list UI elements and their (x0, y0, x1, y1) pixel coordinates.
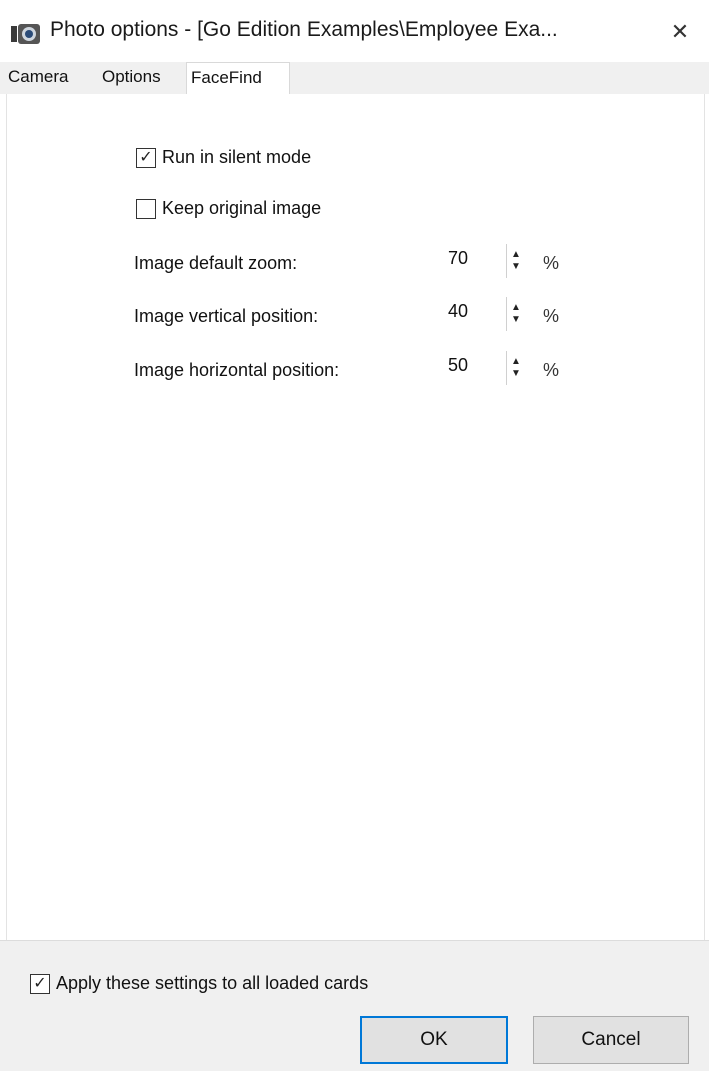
horizontal-spinner[interactable]: 50 ▲ ▼ (442, 351, 530, 385)
title-bar: Photo options - [Go Edition Examples\Emp… (0, 0, 709, 62)
tab-facefind[interactable]: FaceFind (186, 62, 290, 95)
silent-mode-checkbox-row[interactable]: ✓ Run in silent mode (136, 147, 311, 168)
vertical-spin-arrows[interactable]: ▲ ▼ (506, 297, 525, 331)
zoom-unit: % (543, 253, 560, 273)
vertical-label: Image vertical position: (134, 306, 319, 326)
spin-up-icon[interactable]: ▲ (511, 356, 521, 368)
apply-all-checkbox[interactable]: ✓ (30, 973, 50, 994)
horizontal-spin-arrows[interactable]: ▲ ▼ (506, 351, 525, 385)
ok-button[interactable]: OK (360, 1016, 508, 1064)
apply-all-checkbox-row[interactable]: ✓ Apply these settings to all loaded car… (30, 973, 368, 994)
zoom-spinner[interactable]: 70 ▲ ▼ (442, 244, 530, 278)
window-title: Photo options - [Go Edition Examples\Emp… (50, 18, 558, 41)
vertical-unit: % (543, 306, 560, 326)
silent-mode-label: Run in silent mode (162, 147, 312, 167)
spin-down-icon[interactable]: ▼ (511, 368, 521, 380)
keep-original-label: Keep original image (162, 198, 322, 218)
spin-up-icon[interactable]: ▲ (511, 302, 521, 314)
camera-app-icon (10, 22, 42, 46)
apply-all-label: Apply these settings to all loaded cards (56, 973, 369, 993)
facefind-panel: ✓ Run in silent mode Keep original image… (6, 94, 705, 940)
tab-strip: Camera Options FaceFind (0, 62, 709, 95)
zoom-label: Image default zoom: (134, 253, 298, 273)
zoom-spin-arrows[interactable]: ▲ ▼ (506, 244, 525, 278)
spin-down-icon[interactable]: ▼ (511, 261, 521, 273)
dialog-footer: ✓ Apply these settings to all loaded car… (0, 940, 709, 1071)
vertical-value[interactable]: 40 (448, 301, 468, 322)
vertical-spinner[interactable]: 40 ▲ ▼ (442, 297, 530, 331)
close-icon[interactable]: ✕ (660, 14, 700, 50)
zoom-value[interactable]: 70 (448, 248, 468, 269)
horizontal-unit: % (543, 360, 560, 380)
cancel-button[interactable]: Cancel (533, 1016, 689, 1064)
photo-options-window: Photo options - [Go Edition Examples\Emp… (0, 0, 709, 1071)
horizontal-value[interactable]: 50 (448, 355, 468, 376)
tab-options[interactable]: Options (98, 62, 186, 94)
spin-up-icon[interactable]: ▲ (511, 249, 521, 261)
horizontal-label: Image horizontal position: (134, 360, 340, 380)
silent-mode-checkbox[interactable]: ✓ (136, 147, 156, 168)
spin-down-icon[interactable]: ▼ (511, 314, 521, 326)
keep-original-checkbox[interactable] (136, 198, 156, 219)
keep-original-checkbox-row[interactable]: Keep original image (136, 198, 321, 219)
tab-camera[interactable]: Camera (4, 62, 94, 94)
